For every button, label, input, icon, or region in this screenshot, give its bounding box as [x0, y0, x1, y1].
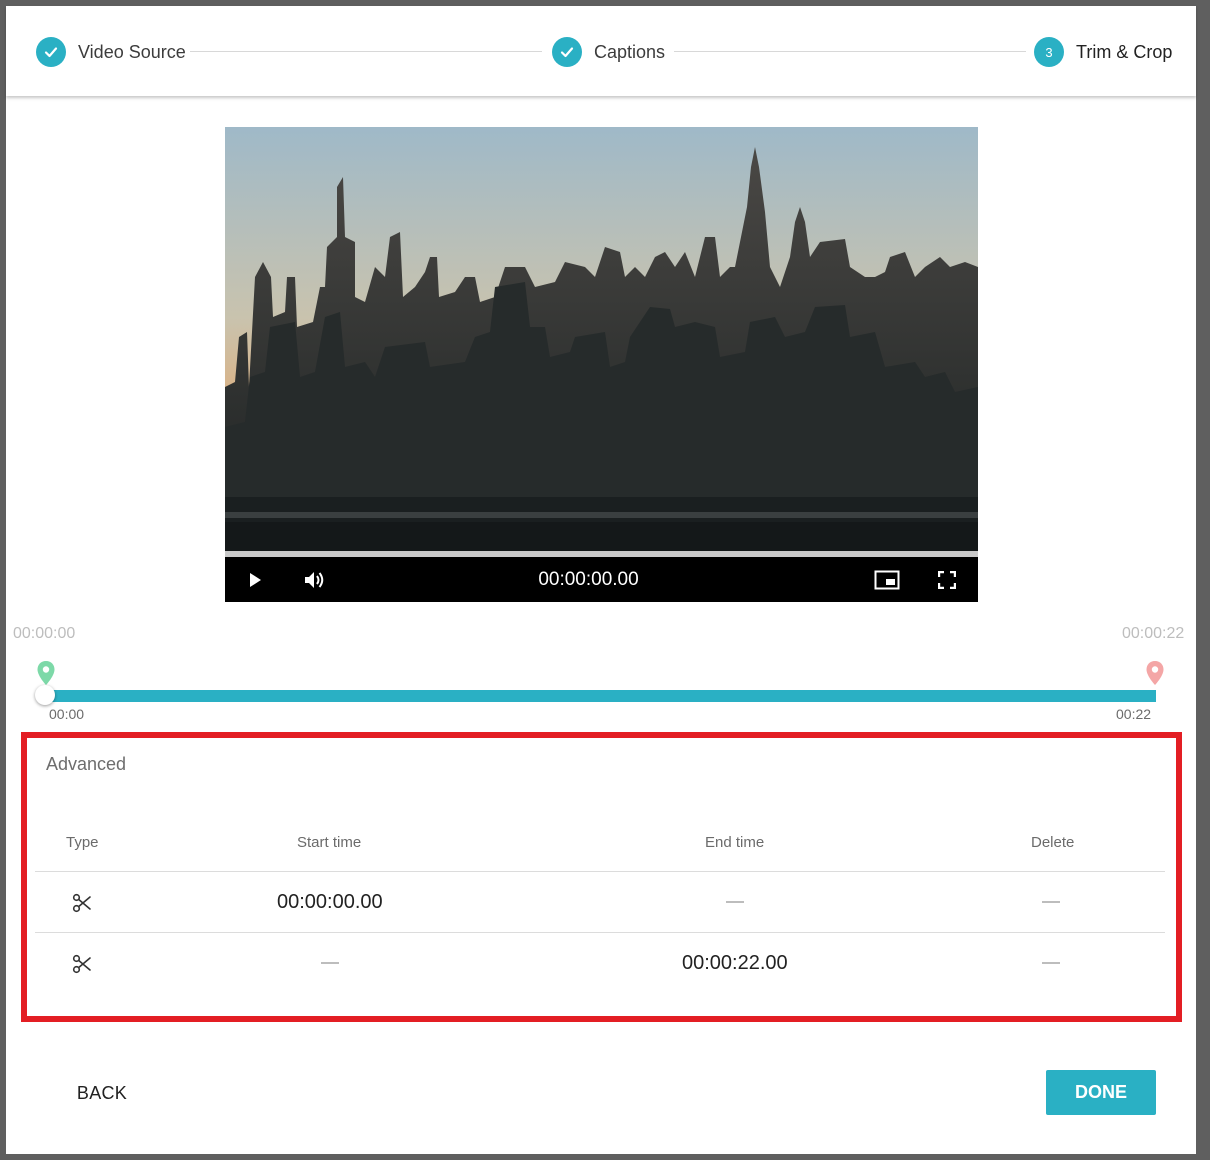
scissors-icon[interactable] — [72, 893, 92, 913]
step-number: 3 — [1034, 37, 1064, 67]
column-header-delete: Delete — [1031, 834, 1075, 851]
trim-crop-dialog: Video Source Captions 3 Trim & Crop 00:0… — [6, 6, 1196, 1154]
advanced-title: Advanced — [46, 754, 127, 774]
trim-range-track[interactable] — [44, 690, 1156, 702]
step-label: Trim & Crop — [1076, 41, 1173, 62]
row-divider — [35, 871, 1165, 872]
delete-cell-dash — [1042, 962, 1060, 964]
step-label: Video Source — [78, 41, 186, 62]
empty-cell-dash — [321, 962, 339, 964]
step-connector — [674, 51, 1026, 52]
start-marker-icon[interactable] — [36, 660, 56, 686]
end-marker-icon[interactable] — [1145, 660, 1165, 686]
column-header-start-time: Start time — [297, 834, 362, 851]
step-trim-crop[interactable]: 3 Trim & Crop — [1034, 36, 1172, 68]
delete-cell-dash — [1042, 901, 1060, 903]
scissors-icon[interactable] — [72, 954, 92, 974]
range-tick-start: 00:00 — [49, 706, 85, 722]
video-controls: 00:00:00.00 — [225, 557, 978, 602]
video-player[interactable]: 00:00:00.00 — [225, 127, 978, 602]
step-captions[interactable]: Captions — [552, 36, 665, 68]
total-start-time: 00:00:00 — [13, 625, 76, 642]
stepper: Video Source Captions 3 Trim & Crop — [6, 6, 1196, 96]
advanced-panel: Advanced Type Start time End time Delete… — [21, 732, 1182, 1022]
back-button[interactable]: BACK — [62, 1071, 142, 1115]
step-label: Captions — [594, 41, 666, 62]
column-header-type: Type — [66, 834, 99, 851]
fullscreen-icon — [938, 570, 956, 589]
trim-start-handle[interactable] — [35, 685, 55, 705]
row-start-time[interactable]: 00:00:00.00 — [277, 891, 383, 914]
empty-cell-dash — [726, 901, 744, 903]
fullscreen-button[interactable] — [931, 557, 963, 602]
done-button[interactable]: DONE — [1046, 1070, 1156, 1115]
step-video-source[interactable]: Video Source — [36, 36, 186, 68]
picture-in-picture-button[interactable] — [871, 557, 903, 602]
step-connector — [190, 51, 542, 52]
row-divider — [35, 932, 1165, 933]
total-end-time: 00:00:22 — [1122, 625, 1185, 642]
column-header-end-time: End time — [705, 834, 765, 851]
video-frame — [225, 127, 978, 551]
row-end-time[interactable]: 00:00:22.00 — [682, 952, 788, 975]
check-icon — [552, 37, 582, 67]
current-time: 00:00:00.00 — [538, 568, 639, 590]
picture-in-picture-icon — [874, 570, 900, 589]
range-tick-end: 00:22 — [1116, 706, 1152, 722]
check-icon — [36, 37, 66, 67]
